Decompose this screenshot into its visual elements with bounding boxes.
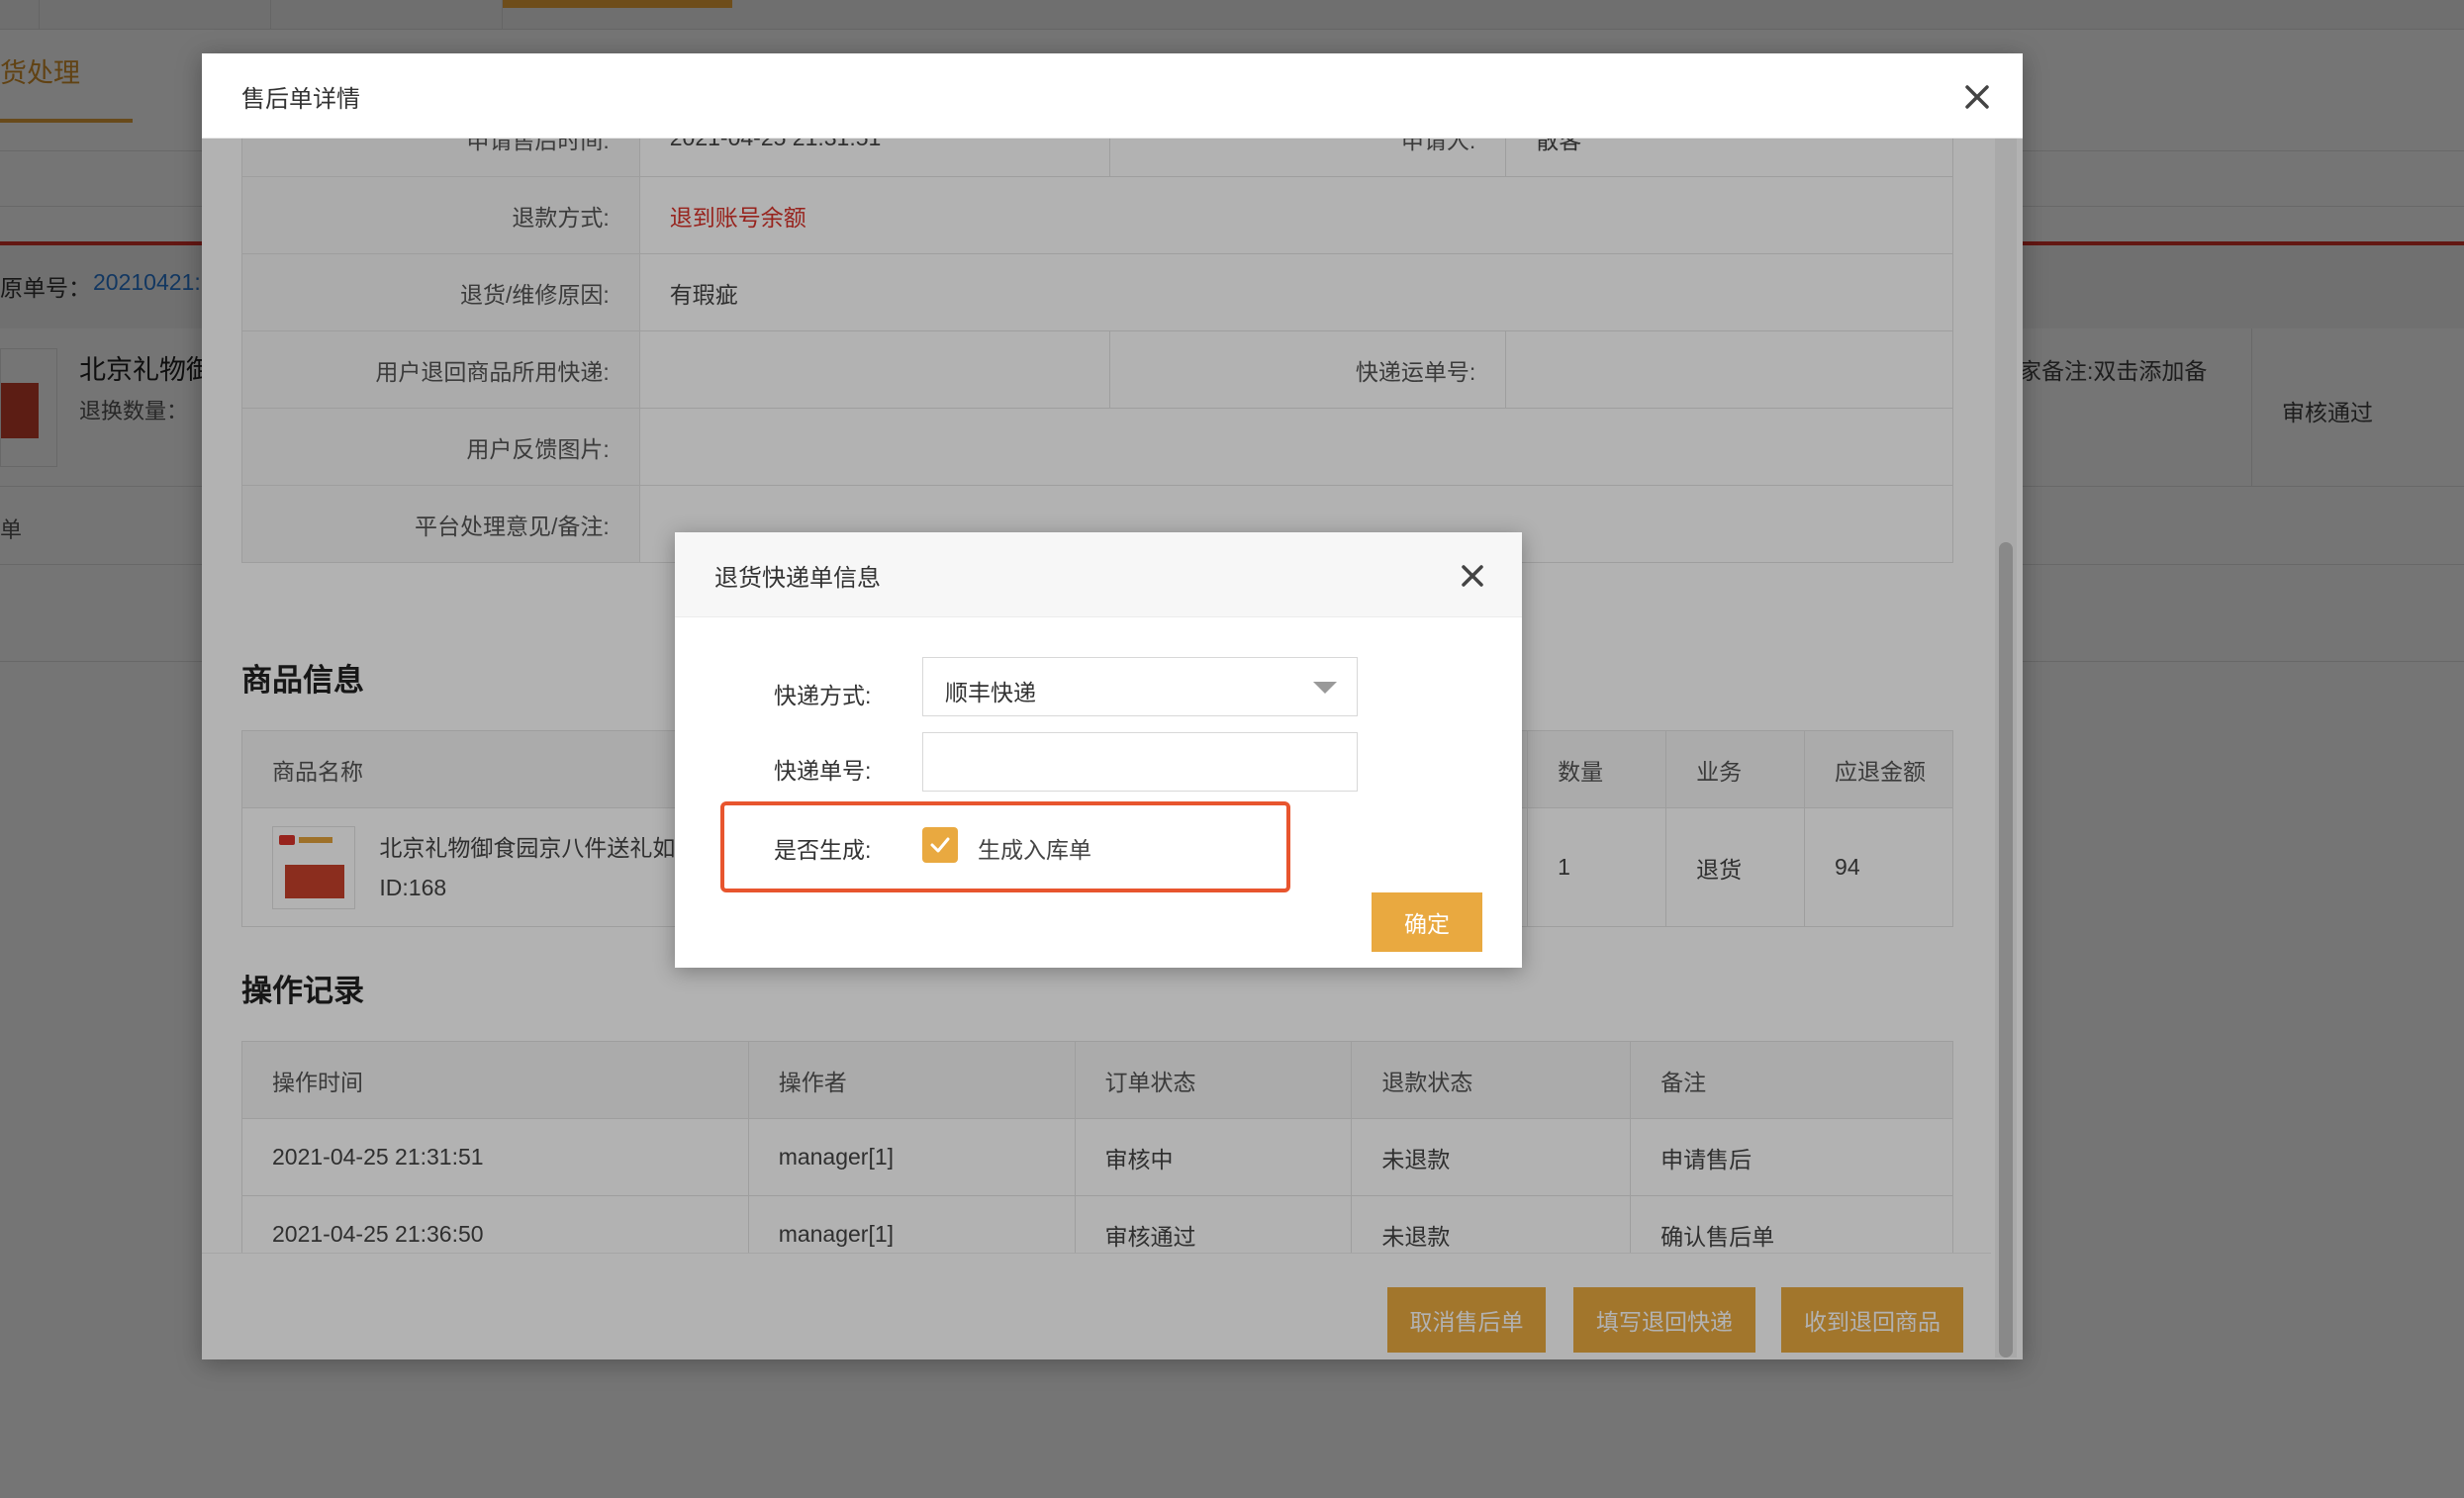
modal-header: 售后单详情 — [202, 53, 2023, 139]
generate-label: 是否生成: — [774, 837, 872, 863]
check-icon — [930, 837, 950, 853]
close-icon[interactable] — [1457, 560, 1488, 592]
tracking-number-input[interactable] — [922, 732, 1358, 792]
express-method-value: 顺丰快递 — [945, 680, 1036, 705]
confirm-button[interactable]: 确定 — [1372, 892, 1482, 952]
generate-stock-in-label[interactable]: 生成入库单 — [978, 831, 1091, 865]
express-method-select[interactable]: 顺丰快递 — [922, 657, 1358, 716]
express-method-label: 快递方式: — [774, 683, 872, 708]
tracking-number-label: 快递单号: — [774, 758, 872, 784]
dialog-header: 退货快递单信息 — [675, 532, 1522, 617]
chevron-down-icon — [1313, 682, 1337, 694]
return-express-dialog: 退货快递单信息 快递方式: 顺丰快递 快递单号: 是否生成: 生成入库单 确定 — [675, 532, 1522, 968]
close-icon[interactable] — [1959, 79, 1995, 115]
generate-stock-in-checkbox[interactable] — [922, 827, 958, 863]
dialog-title: 退货快递单信息 — [714, 565, 881, 592]
modal-title: 售后单详情 — [241, 86, 360, 113]
